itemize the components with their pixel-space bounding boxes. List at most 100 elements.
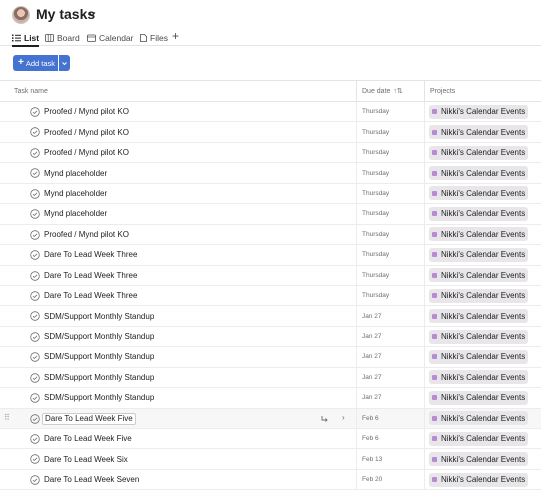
task-name-cell[interactable]: SDM/Support Monthly Standup	[0, 347, 356, 366]
table-row[interactable]: Proofed / Mynd pilot KO Thursday Nikki's…	[0, 224, 541, 246]
complete-check-icon[interactable]	[30, 127, 40, 138]
table-row[interactable]: SDM/Support Monthly Standup Jan 27 Nikki…	[0, 306, 541, 327]
avatar[interactable]	[12, 6, 30, 24]
due-date-cell[interactable]: Thursday	[356, 183, 424, 204]
task-name[interactable]: Proofed / Mynd pilot KO	[44, 143, 129, 162]
task-name[interactable]: SDM/Support Monthly Standup	[44, 327, 154, 346]
due-date-cell[interactable]: Jan 27	[356, 347, 424, 367]
table-row[interactable]: Proofed / Mynd pilot KO Thursday Nikki's…	[0, 142, 541, 164]
task-name[interactable]: Dare To Lead Week Three	[44, 286, 137, 305]
projects-cell[interactable]: Nikki's Calendar Events	[424, 122, 541, 142]
table-row[interactable]: Dare To Lead Week Three Thursday Nikki's…	[0, 265, 541, 286]
complete-check-icon[interactable]	[30, 413, 40, 424]
projects-cell[interactable]: Nikki's Calendar Events	[424, 245, 541, 265]
project-tag[interactable]: Nikki's Calendar Events	[429, 472, 529, 487]
task-name[interactable]: Dare To Lead Week Six	[44, 449, 128, 468]
complete-check-icon[interactable]	[30, 229, 40, 240]
task-name-cell[interactable]: Proofed / Mynd pilot KO	[0, 122, 356, 141]
task-name-cell[interactable]: Mynd placeholder	[0, 204, 356, 223]
project-tag[interactable]: Nikki's Calendar Events	[429, 349, 529, 364]
projects-cell[interactable]: Nikki's Calendar Events	[424, 367, 541, 388]
due-date-cell[interactable]: Feb 6	[356, 408, 424, 428]
table-row[interactable]: Mynd placeholder Thursday Nikki's Calend…	[0, 163, 541, 184]
task-name[interactable]: Mynd placeholder	[44, 204, 107, 223]
task-name[interactable]: Dare To Lead Week Seven	[44, 470, 139, 489]
complete-check-icon[interactable]	[30, 454, 40, 465]
add-tab-button[interactable]: +	[172, 29, 179, 43]
subtask-icon[interactable]	[320, 414, 330, 424]
due-date-cell[interactable]: Feb 13	[356, 449, 424, 469]
table-row[interactable]: SDM/Support Monthly Standup Jan 27 Nikki…	[0, 347, 541, 368]
due-date-cell[interactable]: Thursday	[356, 285, 424, 306]
chevron-right-icon[interactable]: ›	[342, 413, 345, 422]
project-tag[interactable]: Nikki's Calendar Events	[429, 329, 529, 344]
complete-check-icon[interactable]	[30, 148, 40, 158]
due-date-cell[interactable]: Thursday	[356, 265, 424, 285]
project-tag[interactable]: Nikki's Calendar Events	[429, 288, 529, 303]
tab-calendar[interactable]: Calendar	[87, 30, 134, 46]
complete-check-icon[interactable]	[30, 189, 40, 199]
task-name[interactable]: SDM/Support Monthly Standup	[44, 347, 154, 366]
complete-check-icon[interactable]	[30, 332, 40, 342]
task-name[interactable]: SDM/Support Monthly Standup	[44, 368, 154, 387]
task-name-cell[interactable]: Proofed / Mynd pilot KO	[0, 143, 356, 162]
project-tag[interactable]: Nikki's Calendar Events	[429, 309, 529, 324]
due-date-cell[interactable]: Jan 27	[356, 326, 424, 347]
projects-cell[interactable]: Nikki's Calendar Events	[424, 326, 541, 347]
task-name-cell[interactable]: Dare To Lead Week Three	[0, 286, 356, 305]
project-tag[interactable]: Nikki's Calendar Events	[429, 390, 529, 405]
due-date-cell[interactable]: Jan 27	[356, 367, 424, 388]
task-name[interactable]: Proofed / Mynd pilot KO	[44, 102, 129, 121]
table-row[interactable]: Proofed / Mynd pilot KO Thursday Nikki's…	[0, 122, 541, 143]
due-date-cell[interactable]: Thursday	[356, 142, 424, 163]
column-header-due-date[interactable]: Due date ↑⇅	[356, 80, 424, 102]
complete-check-icon[interactable]	[30, 352, 40, 362]
due-date-cell[interactable]: Jan 27	[356, 306, 424, 326]
complete-check-icon[interactable]	[30, 372, 40, 383]
task-name-cell[interactable]: ⠿ › Dare To Lead Week Five	[0, 409, 356, 428]
projects-cell[interactable]: Nikki's Calendar Events	[424, 163, 541, 183]
task-name-cell[interactable]: Mynd placeholder	[0, 184, 356, 203]
tab-board[interactable]: Board	[45, 30, 80, 46]
complete-check-icon[interactable]	[30, 475, 40, 485]
projects-cell[interactable]: Nikki's Calendar Events	[424, 142, 541, 163]
table-row[interactable]: ⠿ › Dare To Lead Week Five Feb 6 Nikki's…	[0, 408, 541, 429]
project-tag[interactable]: Nikki's Calendar Events	[429, 145, 529, 160]
task-name[interactable]: Dare To Lead Week Three	[44, 266, 137, 285]
project-tag[interactable]: Nikki's Calendar Events	[429, 431, 529, 446]
complete-check-icon[interactable]	[30, 250, 40, 260]
task-name-cell[interactable]: SDM/Support Monthly Standup	[0, 306, 356, 325]
task-name-cell[interactable]: SDM/Support Monthly Standup	[0, 368, 356, 387]
project-tag[interactable]: Nikki's Calendar Events	[429, 186, 529, 201]
task-name-cell[interactable]: Proofed / Mynd pilot KO	[0, 225, 356, 244]
task-name-cell[interactable]: Dare To Lead Week Three	[0, 245, 356, 264]
due-date-cell[interactable]: Thursday	[356, 204, 424, 224]
tab-files[interactable]: Files	[140, 30, 168, 46]
project-tag[interactable]: Nikki's Calendar Events	[429, 452, 529, 467]
complete-check-icon[interactable]	[30, 291, 40, 301]
task-name[interactable]: SDM/Support Monthly Standup	[44, 306, 154, 325]
due-date-cell[interactable]: Thursday	[356, 245, 424, 265]
column-header-projects[interactable]: Projects	[424, 80, 541, 102]
table-row[interactable]: Dare To Lead Week Seven Feb 20 Nikki's C…	[0, 469, 541, 491]
task-name-cell[interactable]: Dare To Lead Week Three	[0, 266, 356, 285]
project-tag[interactable]: Nikki's Calendar Events	[429, 125, 529, 140]
task-name-cell[interactable]: Dare To Lead Week Five	[0, 429, 356, 448]
projects-cell[interactable]: Nikki's Calendar Events	[424, 102, 541, 122]
projects-cell[interactable]: Nikki's Calendar Events	[424, 183, 541, 204]
project-tag[interactable]: Nikki's Calendar Events	[429, 411, 529, 426]
projects-cell[interactable]: Nikki's Calendar Events	[424, 469, 541, 490]
chevron-down-icon[interactable]	[87, 9, 97, 19]
task-name-cell[interactable]: SDM/Support Monthly Standup	[0, 388, 356, 407]
task-name-cell[interactable]: Dare To Lead Week Six	[0, 449, 356, 468]
project-tag[interactable]: Nikki's Calendar Events	[429, 104, 529, 119]
table-row[interactable]: SDM/Support Monthly Standup Jan 27 Nikki…	[0, 326, 541, 348]
projects-cell[interactable]: Nikki's Calendar Events	[424, 224, 541, 245]
tab-list[interactable]: List	[12, 30, 40, 47]
table-row[interactable]: Proofed / Mynd pilot KO Thursday Nikki's…	[0, 102, 541, 123]
due-date-cell[interactable]: Feb 6	[356, 429, 424, 449]
add-task-dropdown-button[interactable]	[59, 55, 70, 71]
table-row[interactable]: Dare To Lead Week Six Feb 13 Nikki's Cal…	[0, 449, 541, 470]
task-name[interactable]: Dare To Lead Week Three	[44, 245, 137, 264]
task-name[interactable]: Mynd placeholder	[44, 184, 107, 203]
